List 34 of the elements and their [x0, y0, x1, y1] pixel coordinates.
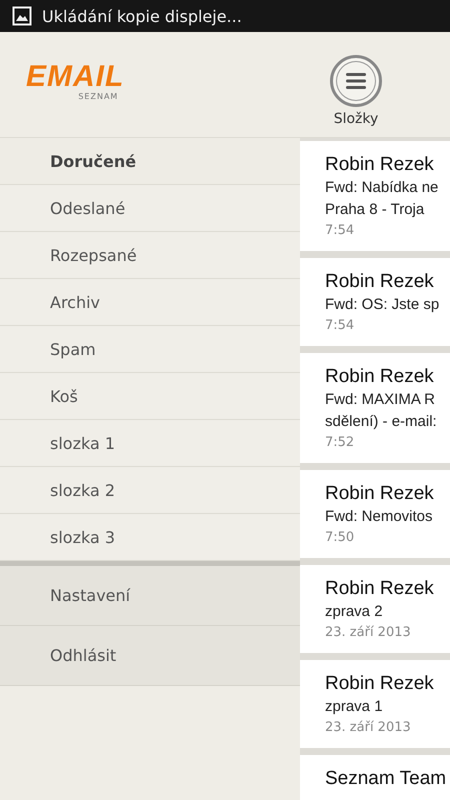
message-card[interactable]: Robin Rezek Fwd: OS: Jste sp 7:54: [300, 258, 450, 346]
message-subject: Fwd: Nabídka ne: [325, 178, 440, 198]
message-subject: Fwd: OS: Jste sp: [325, 295, 440, 315]
message-time: 23. září 2013: [325, 624, 412, 642]
message-sender: Robin Rezek: [325, 577, 435, 601]
message-time: 7:50: [325, 529, 356, 547]
message-sender: Robin Rezek: [325, 672, 435, 696]
message-subject: Fwd: MAXIMA R: [325, 390, 436, 410]
message-sender: Robin Rezek: [325, 270, 435, 294]
message-sender: Robin Rezek: [325, 365, 435, 389]
email-logo: EMAIL SEZNAM: [26, 62, 124, 101]
menu-item[interactable]: Odhlásit: [0, 626, 300, 686]
menu-item[interactable]: Nastavení: [0, 566, 300, 626]
message-sender: Robin Rezek: [325, 153, 435, 177]
message-time: 7:54: [325, 317, 356, 335]
message-sender: Robin Rezek: [325, 482, 435, 506]
message-time: 7:54: [325, 222, 356, 240]
message-subject: Fwd: Nemovitos: [325, 507, 434, 527]
message-subject: zprava 2: [325, 602, 384, 622]
message-card[interactable]: Robin Rezek Fwd: Nemovitos 7:50: [300, 470, 450, 558]
menu-icon: [346, 72, 366, 88]
message-card[interactable]: Robin Rezek zprava 1 23. září 2013: [300, 660, 450, 748]
message-subject: Praha 8 - Troja: [325, 200, 426, 220]
message-time: 7:52: [325, 434, 356, 452]
message-card[interactable]: Robin Rezek zprava 2 23. září 2013: [300, 565, 450, 653]
notification-text: Ukládání kopie displeje...: [42, 6, 242, 26]
message-card[interactable]: Robin Rezek Fwd: Nabídka ne Praha 8 - Troja 7:54: [300, 141, 450, 251]
image-icon: [12, 6, 32, 26]
message-subject: zprava 1: [325, 697, 384, 717]
message-time: 23. září 2013: [325, 719, 412, 737]
message-card[interactable]: Robin Rezek Fwd: MAXIMA R sdělení) - e-mail: 7:52: [300, 353, 450, 463]
message-sender: Seznam Team: [325, 767, 448, 791]
message-subject: sdělení) - e-mail:: [325, 412, 438, 432]
message-card[interactable]: Seznam Team: [300, 755, 450, 800]
